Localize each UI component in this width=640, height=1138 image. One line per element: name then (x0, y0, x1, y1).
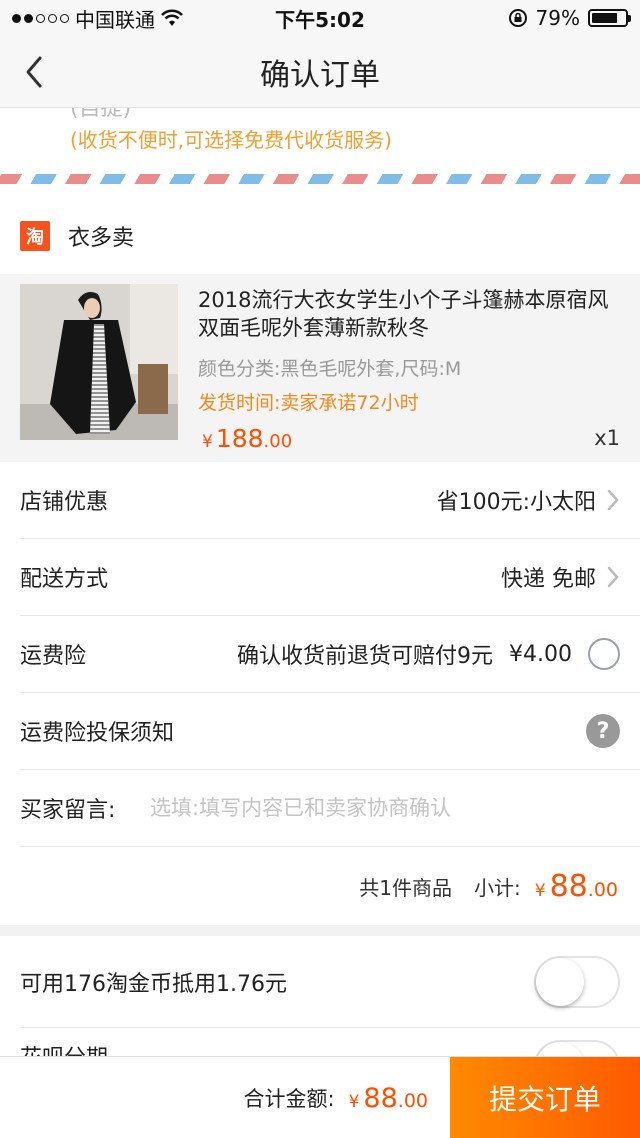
shop-discount-row[interactable]: 店铺优惠 省100元:小太阳 (20, 462, 640, 539)
insurance-radio[interactable] (588, 638, 620, 670)
subtotal-decimal: .00 (587, 878, 618, 901)
airmail-stripe (0, 174, 640, 184)
page-title: 确认订单 (260, 57, 380, 93)
product-quantity: x1 (594, 426, 620, 450)
battery-icon (588, 9, 631, 27)
product-price: ¥188.00 (202, 424, 292, 453)
total-decimal: .00 (397, 1089, 428, 1112)
order-options: 店铺优惠 省100元:小太阳 配送方式 快递 免邮 运费险 确认收货前退货可赔付… (0, 462, 640, 925)
status-bar-right: 79% (508, 6, 631, 30)
product-title[interactable]: 2018流行大衣女学生小个子斗篷赫本原宿风双面毛呢外套薄新款秋冬 (198, 286, 618, 342)
checkout-footer: 合计金额: ¥88.00 提交订单 (0, 1056, 640, 1138)
rotation-lock-icon (508, 9, 527, 27)
delivery-method-label: 配送方式 (20, 567, 109, 592)
product-sku: 颜色分类:黑色毛呢外套,尺码:M (198, 358, 462, 380)
subtotal-integer: 88 (549, 868, 588, 904)
battery-percent: 79% (535, 6, 580, 30)
price-decimal: .00 (263, 431, 293, 452)
total-label: 合计金额: (243, 1087, 335, 1111)
shop-header[interactable]: 淘 衣多卖 (0, 198, 640, 274)
item-count: 共1件商品 (359, 875, 453, 900)
buyer-message-label: 买家留言: (20, 798, 116, 823)
total-amount: 合计金额: ¥88.00 (244, 1057, 428, 1138)
total-symbol: ¥ (348, 1091, 360, 1112)
delivery-method-row[interactable]: 配送方式 快递 免邮 (20, 539, 640, 616)
taobao-coin-row: 可用176淘金币抵用1.76元 (20, 936, 640, 1028)
delivery-method-value: 快递 免邮 (501, 567, 596, 592)
help-icon[interactable]: ? (586, 714, 620, 748)
nav-bar: 确认订单 (0, 36, 640, 108)
address-note: (收货不便时,可选择免费代收货服务) (70, 128, 392, 152)
taobao-coin-label: 可用176淘金币抵用1.76元 (20, 971, 287, 997)
shop-name: 衣多卖 (68, 226, 135, 251)
address-partial-text: (自提) (70, 108, 132, 121)
shipping-insurance-desc: 确认收货前退货可赔付9元 (237, 644, 494, 669)
chevron-left-icon[interactable] (18, 54, 54, 90)
subtotal-amount: ¥88.00 (535, 869, 618, 904)
buyer-message-input[interactable] (150, 788, 620, 828)
subtotal-symbol: ¥ (534, 880, 546, 901)
shop-discount-label: 店铺优惠 (20, 490, 109, 515)
submit-order-button[interactable]: 提交订单 (450, 1057, 640, 1138)
product-item[interactable]: 2018流行大衣女学生小个子斗篷赫本原宿风双面毛呢外套薄新款秋冬 颜色分类:黑色… (0, 274, 640, 462)
shop-discount-value: 省100元:小太阳 (436, 490, 596, 515)
taobao-icon: 淘 (20, 221, 50, 251)
price-integer: 188 (215, 424, 264, 453)
taobao-coin-toggle[interactable] (534, 955, 620, 1008)
chevron-right-icon (607, 566, 619, 588)
subtotal-label: 小计: (474, 875, 521, 900)
shipping-insurance-row[interactable]: 运费险 确认收货前退货可赔付9元 ¥4.00 (20, 616, 640, 693)
price-symbol: ¥ (202, 432, 213, 452)
product-shipping-time: 发货时间:卖家承诺72小时 (198, 392, 419, 414)
chevron-right-icon (607, 489, 619, 511)
insurance-notice-label: 运费险投保须知 (20, 721, 175, 746)
toggle-knob (536, 957, 584, 1006)
total-integer: 88 (363, 1082, 398, 1114)
insurance-notice-row[interactable]: 运费险投保须知 ? (20, 693, 640, 770)
status-bar: 中国联通 下午5:02 79% (0, 0, 640, 36)
subtotal-row: 共1件商品 小计: ¥88.00 (0, 847, 640, 925)
buyer-message-row: 买家留言: (20, 770, 640, 847)
address-panel[interactable]: (自提) (收货不便时,可选择免费代收货服务) (0, 108, 640, 198)
product-image[interactable] (20, 284, 178, 440)
shipping-insurance-price: ¥4.00 (509, 641, 572, 667)
coins-panel: 可用176淘金币抵用1.76元 花呗分期 (0, 936, 640, 1066)
battery-fill (592, 13, 618, 23)
shipping-insurance-label: 运费险 (20, 644, 87, 669)
total-price: ¥88.00 (349, 1083, 428, 1114)
